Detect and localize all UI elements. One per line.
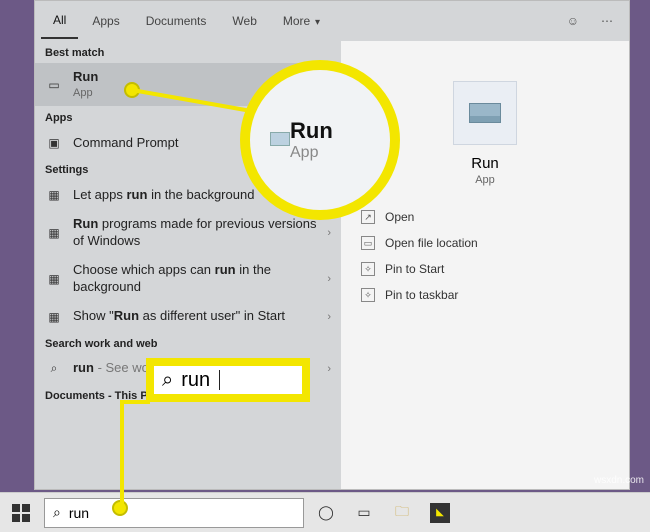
settings-item-icon: ▦ [45, 224, 63, 242]
result-choose-apps[interactable]: ▦ Choose which apps can run in the backg… [35, 256, 341, 302]
details-subtitle: App [475, 174, 495, 186]
action-pin-taskbar[interactable]: ✧Pin to taskbar [357, 282, 613, 308]
terminal-icon: ▣ [45, 134, 63, 152]
section-best-match: Best match [35, 41, 341, 63]
chevron-right-icon: › [327, 137, 331, 149]
chevron-down-icon: ▾ [312, 17, 320, 28]
search-icon: ⌕ [162, 369, 173, 392]
file-explorer-icon[interactable]: 🗀 [392, 503, 412, 523]
details-pane: Run App ↗Open ▭Open file location ✧Pin t… [341, 41, 629, 489]
action-open-file-location[interactable]: ▭Open file location [357, 230, 613, 256]
annotation-zoom-search: ⌕ run [146, 358, 310, 402]
task-view-icon[interactable]: ▭ [354, 503, 374, 523]
details-title: Run [471, 155, 499, 172]
result-compat-programs[interactable]: ▦ Run programs made for previous version… [35, 210, 341, 256]
search-scope-tabs: All Apps Documents Web More ▾ ☺ ⋯ [35, 1, 629, 41]
section-settings: Settings [35, 158, 341, 180]
action-pin-start[interactable]: ✧Pin to Start [357, 256, 613, 282]
result-background-apps[interactable]: ▦ Let apps run in the background › [35, 180, 341, 210]
tab-web[interactable]: Web [220, 4, 268, 38]
annotation-line [120, 400, 124, 504]
settings-item-icon: ▦ [45, 270, 63, 288]
result-command-prompt[interactable]: ▣ Command Prompt › [35, 128, 341, 158]
tab-more[interactable]: More ▾ [271, 4, 332, 38]
settings-item-icon: ▦ [45, 308, 63, 326]
search-icon: ⌕ [45, 360, 63, 378]
taskbar: ⌕ ◯ ▭ 🗀 ◣ [0, 492, 650, 532]
action-open[interactable]: ↗Open [357, 204, 613, 230]
section-apps: Apps [35, 106, 341, 128]
annotation-line [120, 400, 150, 404]
feedback-icon[interactable]: ☺ [557, 6, 589, 36]
pin-icon: ✧ [361, 288, 375, 302]
app-icon[interactable]: ◣ [430, 503, 450, 523]
cortana-icon[interactable]: ◯ [316, 503, 336, 523]
tab-documents[interactable]: Documents [134, 4, 219, 38]
run-icon: ▭ [45, 76, 63, 94]
open-icon: ↗ [361, 210, 375, 224]
chevron-right-icon: › [327, 273, 331, 285]
chevron-right-icon: › [327, 311, 331, 323]
tab-all[interactable]: All [41, 3, 78, 39]
results-list: Best match ▭ Run App Apps ▣ Command Prom… [35, 41, 341, 489]
settings-item-icon: ▦ [45, 186, 63, 204]
more-options-icon[interactable]: ⋯ [591, 6, 623, 36]
start-button[interactable] [12, 504, 30, 522]
pin-icon: ✧ [361, 262, 375, 276]
watermark: wsxdn.com [594, 475, 644, 486]
taskbar-search-box[interactable]: ⌕ [44, 498, 304, 528]
chevron-right-icon: › [327, 189, 331, 201]
chevron-right-icon: › [327, 227, 331, 239]
chevron-right-icon: › [327, 363, 331, 375]
result-run-as-user[interactable]: ▦ Show "Run as different user" in Start … [35, 302, 341, 332]
search-icon: ⌕ [53, 504, 61, 521]
section-work-web: Search work and web [35, 332, 341, 354]
taskbar-search-input[interactable] [69, 505, 295, 521]
run-large-icon [453, 81, 517, 145]
folder-icon: ▭ [361, 236, 375, 250]
tab-apps[interactable]: Apps [80, 4, 131, 38]
